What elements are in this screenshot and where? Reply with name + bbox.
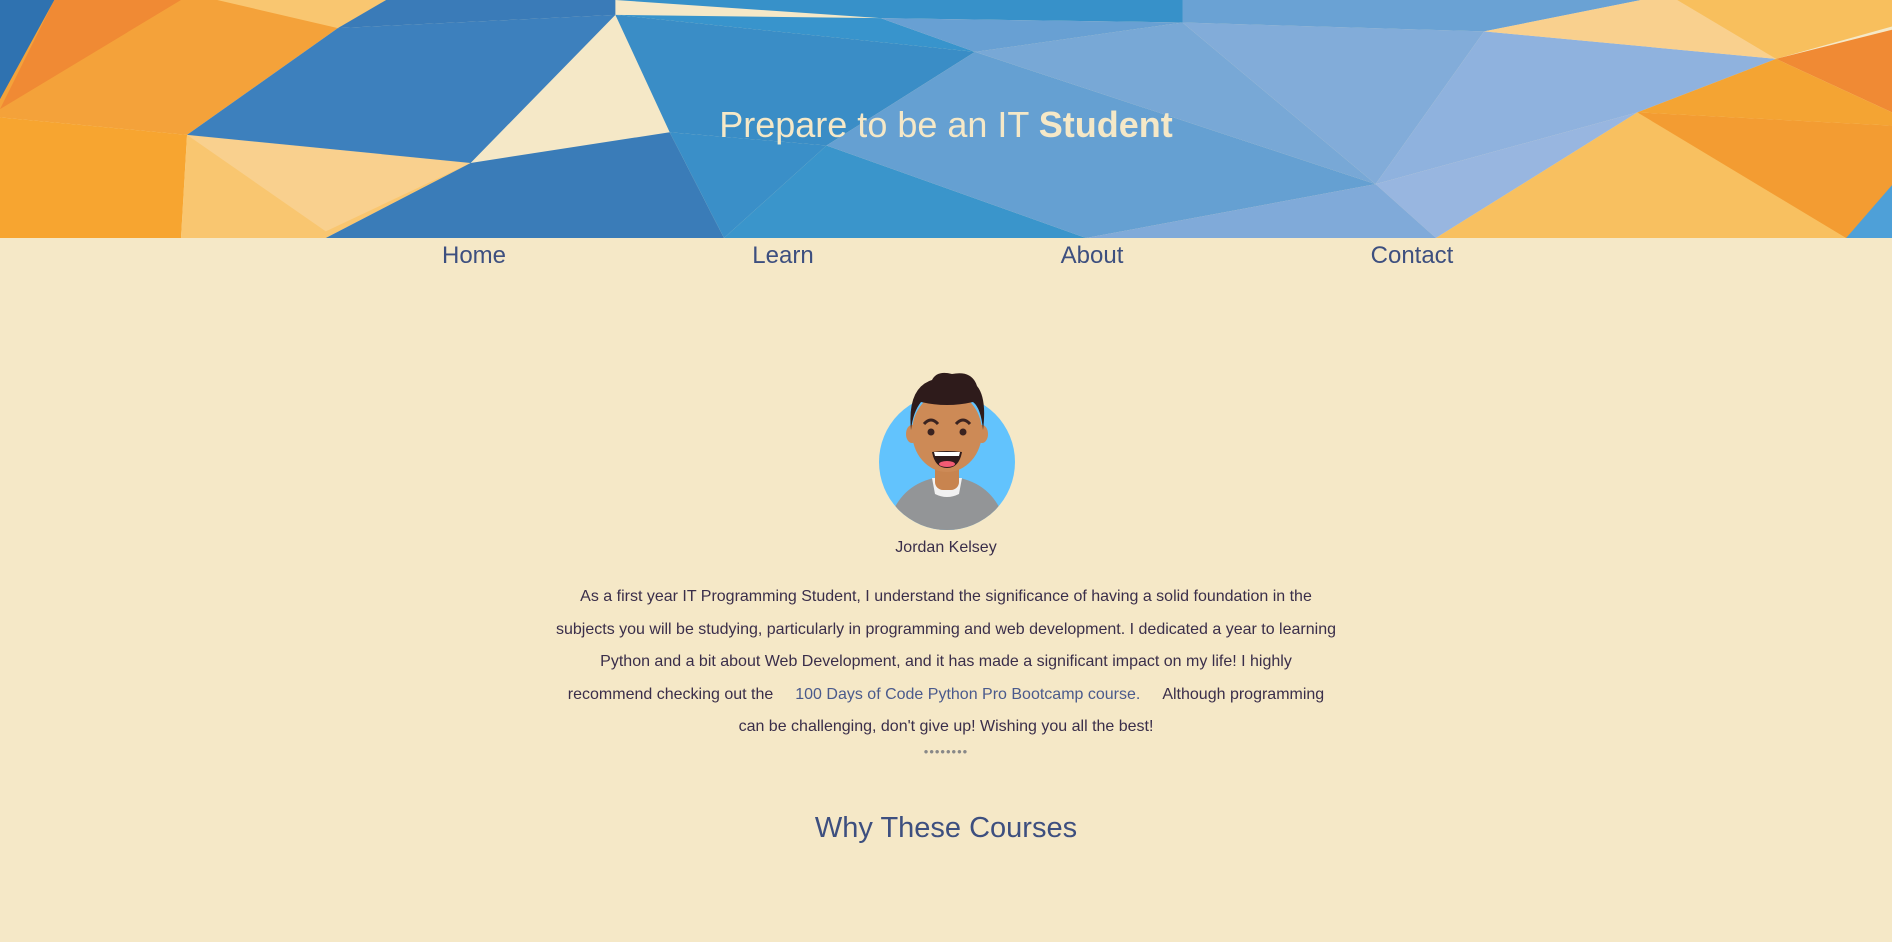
hero-banner: Prepare to be an IT Student [0, 0, 1892, 238]
profile-name: Jordan Kelsey [895, 539, 997, 556]
page-title: Prepare to be an IT Student [719, 104, 1173, 145]
nav-about[interactable]: About [1061, 242, 1124, 270]
nav-learn[interactable]: Learn [752, 242, 813, 270]
avatar [877, 368, 1017, 530]
main-nav: Home Learn About Contact [0, 240, 1892, 274]
profile-bio: As a first year IT Programming Student, … [556, 588, 1336, 736]
nav-home[interactable]: Home [442, 242, 506, 270]
course-link[interactable]: 100 Days of Code Python Pro Bootcamp cou… [795, 686, 1140, 703]
section-heading: Why These Courses [814, 812, 1078, 844]
carousel-dots[interactable]: •••••••• [0, 744, 1892, 759]
nav-contact[interactable]: Contact [1371, 242, 1454, 270]
